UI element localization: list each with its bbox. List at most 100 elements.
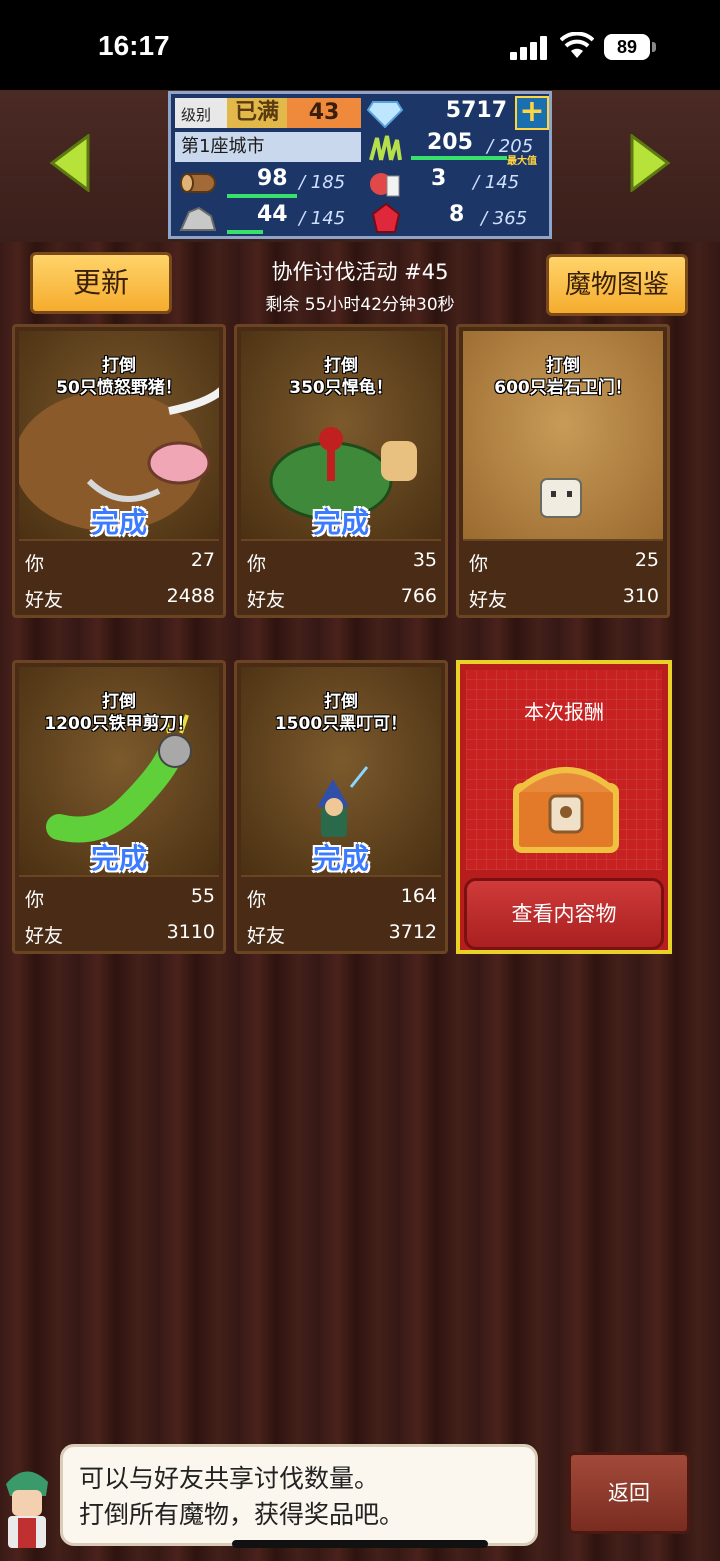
you-count: 35: [412, 549, 437, 571]
mission-goal: 打倒 1500只黑叮可！: [241, 691, 441, 735]
complete-label: 完成: [312, 506, 369, 539]
add-gems-button[interactable]: +: [515, 96, 549, 130]
you-label: 你: [25, 889, 45, 911]
level-label: 级别: [181, 106, 212, 124]
you-count: 25: [634, 549, 659, 571]
wood-max: / 185: [299, 172, 346, 193]
you-row: 你 55: [25, 885, 215, 912]
friends-count: 2488: [166, 585, 215, 607]
gem-count: 5717: [445, 98, 507, 123]
reward-title: 本次报酬: [524, 700, 604, 724]
you-label: 你: [25, 553, 45, 575]
divider: [19, 539, 219, 541]
goal-line-2: 50只愤怒野猪！: [56, 378, 182, 398]
complete-label: 完成: [312, 842, 369, 875]
ruby-count: 8: [449, 202, 465, 227]
wood-bar: [227, 194, 297, 198]
reward-card: 本次报酬 查看内容物: [456, 660, 672, 954]
mission-goal: 打倒 600只岩石卫门！: [463, 355, 663, 399]
mission-card[interactable]: 打倒 350只悍龟！ 完成 你 35 好友 766: [234, 324, 448, 618]
monster-art: 打倒 600只岩石卫门！: [463, 331, 663, 539]
goal-line-2: 1500只黑叮可！: [274, 714, 408, 734]
mission-goal: 打倒 50只愤怒野猪！: [19, 355, 219, 399]
wifi-icon: [560, 32, 594, 58]
home-indicator[interactable]: [232, 1540, 488, 1548]
wood-count: 98: [257, 166, 288, 191]
mission-card[interactable]: 打倒 50只愤怒野猪！ 完成 你 27 好友 2488: [12, 324, 226, 618]
prev-city-arrow-icon[interactable]: [48, 134, 92, 192]
level-box: 级别 已满 43: [175, 98, 361, 128]
refresh-button[interactable]: 更新: [30, 252, 172, 314]
diamond-icon: [367, 101, 403, 128]
mission-goal: 打倒 1200只铁甲剪刀！: [19, 691, 219, 735]
you-count: 55: [190, 885, 215, 907]
friends-count: 3110: [166, 921, 215, 943]
back-button[interactable]: 返回: [568, 1452, 690, 1534]
friends-label: 好友: [247, 925, 286, 947]
you-row: 你 35: [247, 549, 437, 576]
friends-label: 好友: [247, 589, 286, 611]
ore-bar: [227, 230, 263, 234]
food-max: / 145: [473, 172, 520, 193]
friends-row: 好友 3110: [25, 921, 215, 948]
divider: [19, 875, 219, 877]
ruby-max: / 365: [481, 208, 528, 229]
friends-label: 好友: [25, 589, 64, 611]
grass-bar: [411, 156, 507, 160]
grass-max-tag: 最大值: [507, 156, 537, 167]
you-row: 你 164: [247, 885, 437, 912]
cellular-signal-icon: [510, 36, 547, 60]
status-bar: 16:17 89: [0, 0, 720, 90]
food-count: 3: [431, 166, 447, 191]
ore-icon: [179, 206, 217, 231]
monster-art: 打倒 350只悍龟！ 完成: [241, 331, 441, 539]
monster-art: 打倒 1500只黑叮可！ 完成: [241, 667, 441, 875]
you-label: 你: [247, 889, 267, 911]
clock: 16:17: [98, 30, 170, 61]
friends-count: 310: [622, 585, 659, 607]
view-contents-button[interactable]: 查看内容物: [464, 878, 664, 950]
friends-label: 好友: [25, 925, 64, 947]
friends-row: 好友 766: [247, 585, 437, 612]
divider: [241, 539, 441, 541]
city-name: 第1座城市: [175, 132, 361, 162]
monster-art: 打倒 50只愤怒野猪！ 完成: [19, 331, 219, 539]
mission-card[interactable]: 打倒 600只岩石卫门！ 你 25 好友 310: [456, 324, 670, 618]
goal-line-2: 1200只铁甲剪刀！: [44, 714, 194, 734]
friends-row: 好友 3712: [247, 921, 437, 948]
grass-count: 205: [427, 130, 473, 155]
goal-line-1: 打倒: [546, 356, 580, 376]
you-row: 你 27: [25, 549, 215, 576]
tip-line-1: 可以与好友共享讨伐数量。: [79, 1464, 380, 1493]
friends-row: 好友 2488: [25, 585, 215, 612]
monster-art: 打倒 1200只铁甲剪刀！ 完成: [19, 667, 219, 875]
goal-line-2: 600只岩石卫门！: [494, 378, 632, 398]
level-value: 43: [287, 98, 361, 128]
tip-line-2: 打倒所有魔物，获得奖品吧。: [79, 1500, 405, 1529]
ore-max: / 145: [299, 208, 346, 229]
you-count: 164: [400, 885, 437, 907]
monster-book-button[interactable]: 魔物图鉴: [546, 254, 688, 316]
goal-line-1: 打倒: [324, 692, 358, 712]
friends-label: 好友: [469, 589, 508, 611]
grass-icon: [369, 135, 402, 161]
battery-tip: [652, 42, 656, 52]
goal-line-1: 打倒: [324, 356, 358, 376]
ore-count: 44: [257, 202, 288, 227]
wood-log-icon: [180, 173, 216, 193]
ruby-icon: [371, 202, 401, 233]
next-city-arrow-icon[interactable]: [628, 134, 672, 192]
advisor-avatar: [6, 1471, 48, 1548]
you-row: 你 25: [469, 549, 659, 576]
mission-card[interactable]: 打倒 1200只铁甲剪刀！ 完成 你 55 好友 3110: [12, 660, 226, 954]
complete-label: 完成: [90, 842, 147, 875]
complete-label: 完成: [90, 506, 147, 539]
food-icon: [370, 173, 400, 197]
tip-bubble: 可以与好友共享讨伐数量。 打倒所有魔物，获得奖品吧。: [60, 1444, 538, 1546]
divider: [463, 539, 663, 541]
you-label: 你: [469, 553, 489, 575]
friends-row: 好友 310: [469, 585, 659, 612]
goal-line-1: 打倒: [102, 356, 136, 376]
mission-card[interactable]: 打倒 1500只黑叮可！ 完成 你 164 好友 3712: [234, 660, 448, 954]
resource-panel: 级别 已满 43 5717 + 第1座城市 205 / 205 最大值 98 /…: [168, 91, 552, 239]
